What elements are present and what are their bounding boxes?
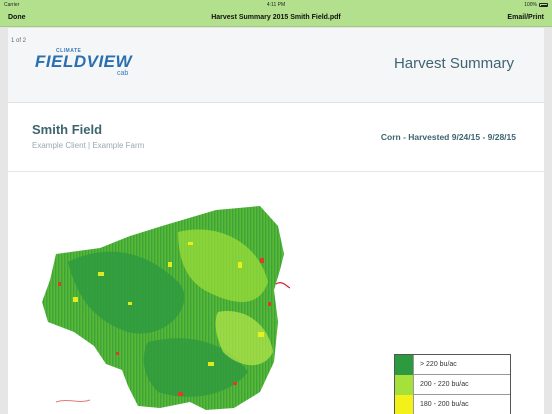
field-info: Smith Field Example Client | Example Far…	[8, 104, 544, 172]
report-header: 1 of 2 CLIMATE FIELDVIEW cab Harvest Sum…	[8, 28, 544, 103]
legend-row: > 220 bu/ac	[395, 354, 510, 375]
report-title: Harvest Summary	[393, 55, 514, 72]
legend-row: 180 - 200 bu/ac	[395, 394, 510, 414]
battery-percent: 100%	[524, 2, 537, 8]
logo-fieldview-text: FIELDVIEW	[35, 52, 133, 71]
status-bar: Carrier 4:11 PM 100%	[0, 0, 552, 10]
crop-harvest-info: Corn - Harvested 9/24/15 - 9/28/15	[380, 132, 516, 142]
nav-bar: Done Harvest Summary 2015 Smith Field.pd…	[0, 10, 552, 27]
yield-map	[42, 206, 290, 410]
pdf-page[interactable]: 1 of 2 CLIMATE FIELDVIEW cab Harvest Sum…	[8, 28, 544, 414]
logo-cab-text: cab	[117, 70, 129, 77]
field-name: Smith Field	[32, 122, 103, 137]
legend-swatch	[395, 374, 414, 395]
page-indicator: 1 of 2	[11, 38, 27, 44]
yield-legend: > 220 bu/ac 200 - 220 bu/ac 180 - 200 bu/a…	[394, 354, 511, 414]
status-time: 4:11 PM	[266, 2, 286, 8]
email-print-button[interactable]: Email/Print	[507, 14, 544, 21]
legend-label: > 220 bu/ac	[420, 361, 457, 368]
battery-icon	[539, 3, 548, 7]
legend-swatch	[395, 354, 414, 375]
document-title: Harvest Summary 2015 Smith Field.pdf	[211, 14, 341, 21]
battery-status: 100%	[524, 2, 548, 8]
legend-swatch	[395, 394, 414, 414]
legend-label: 180 - 200 bu/ac	[420, 401, 469, 408]
legend-label: 200 - 220 bu/ac	[420, 381, 469, 388]
client-farm: Example Client | Example Farm	[32, 141, 145, 150]
legend-row: 200 - 220 bu/ac	[395, 374, 510, 395]
